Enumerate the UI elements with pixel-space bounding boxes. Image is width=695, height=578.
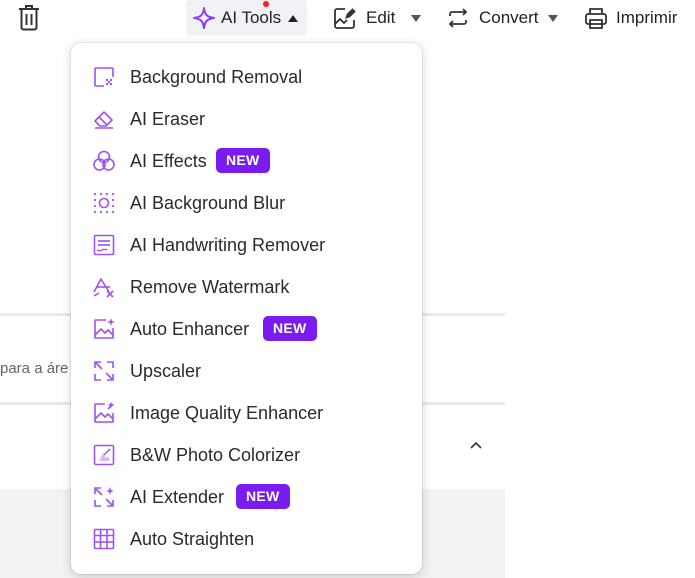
menu-item-label: Upscaler (130, 361, 202, 381)
menu-item-label: Image Quality Enhancer (130, 403, 324, 423)
eraser-icon (94, 111, 113, 129)
print-button[interactable]: Imprimir (584, 0, 677, 36)
menu-item-ai-handwriting-remover[interactable]: AI Handwriting Remover (71, 224, 422, 266)
caret-down-icon (411, 14, 422, 22)
menu-item-ai-background-blur[interactable]: AI Background Blur (71, 182, 422, 224)
sparkle-icon (193, 7, 215, 29)
menu-item-label: AI Background Blur (130, 193, 286, 213)
new-badge: NEW (263, 316, 317, 341)
notification-dot (263, 1, 269, 7)
ai-tools-button[interactable]: AI Tools (186, 0, 307, 36)
edit-button[interactable]: Edit (333, 0, 422, 36)
top-toolbar: AI Tools Edit Convert Imprimir (0, 0, 695, 38)
menu-item-ai-eraser[interactable]: AI Eraser (71, 98, 422, 140)
menu-item-label: Background Removal (130, 67, 303, 87)
menu-item-bw-photo-colorizer[interactable]: B&W Photo Colorizer (71, 434, 422, 476)
menu-item-auto-straighten[interactable]: Auto Straighten (71, 518, 422, 560)
quality-enhancer-icon (94, 402, 114, 423)
trash-icon[interactable] (15, 2, 43, 32)
menu-item-remove-watermark[interactable]: Remove Watermark (71, 266, 422, 308)
background-blur-icon (93, 192, 115, 214)
ai-tools-menu: Background Removal AI Eraser AI Effects … (71, 43, 422, 574)
effects-icon (93, 150, 115, 171)
caret-down-icon (547, 14, 558, 22)
menu-item-upscaler[interactable]: Upscaler (71, 350, 422, 392)
printer-icon (585, 7, 607, 29)
menu-item-label: B&W Photo Colorizer (130, 445, 301, 465)
edit-label: Edit (366, 8, 396, 27)
menu-item-label: Remove Watermark (130, 277, 290, 297)
menu-item-label: Auto Straighten (130, 529, 255, 549)
menu-item-background-removal[interactable]: Background Removal (71, 56, 422, 98)
auto-enhancer-icon (94, 318, 115, 339)
chevron-up-icon[interactable] (466, 438, 486, 454)
print-label: Imprimir (616, 8, 678, 27)
menu-item-label: AI Effects (130, 151, 207, 171)
upscaler-icon (94, 361, 114, 381)
menu-item-label: AI Handwriting Remover (130, 235, 326, 255)
menu-item-ai-effects[interactable]: AI Effects NEW (71, 140, 422, 182)
handwriting-remover-icon (93, 234, 115, 256)
menu-item-label: AI Eraser (130, 109, 206, 129)
straighten-icon (93, 528, 115, 550)
convert-button[interactable]: Convert (447, 0, 558, 36)
colorizer-icon (93, 444, 115, 466)
menu-item-label: AI Extender (130, 487, 225, 507)
menu-item-label: Auto Enhancer (130, 319, 250, 339)
menu-item-auto-enhancer[interactable]: Auto Enhancer NEW (71, 308, 422, 350)
background-text: para a áre (0, 360, 69, 377)
menu-item-image-quality-enhancer[interactable]: Image Quality Enhancer (71, 392, 422, 434)
caret-up-icon (288, 14, 299, 22)
edit-image-icon (334, 7, 356, 29)
convert-label: Convert (479, 8, 539, 27)
watermark-icon (93, 278, 114, 298)
menu-item-ai-extender[interactable]: AI Extender NEW (71, 476, 422, 518)
new-badge: NEW (216, 148, 270, 173)
ai-tools-label: AI Tools (221, 8, 282, 27)
extender-icon (94, 487, 114, 507)
new-badge: NEW (236, 484, 290, 509)
background-removal-icon (94, 67, 114, 87)
convert-icon (448, 8, 468, 28)
